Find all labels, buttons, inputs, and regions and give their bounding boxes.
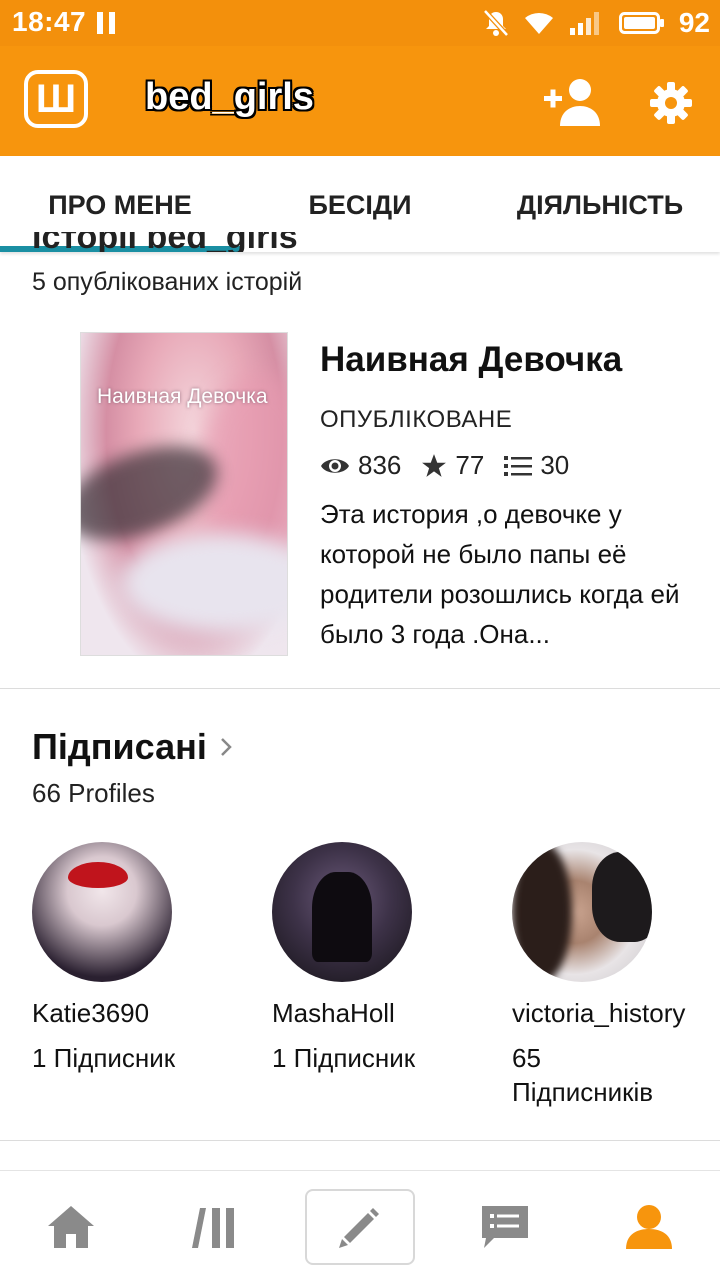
views-count: 836	[358, 450, 402, 480]
chevron-right-icon	[220, 738, 232, 756]
following-header[interactable]: Підписані	[32, 726, 233, 768]
avatar[interactable]	[272, 842, 412, 982]
following-profile[interactable]: MashaHoll 1 Підписник	[272, 842, 472, 1075]
status-time: 18:47	[12, 6, 87, 37]
eye-icon	[321, 458, 349, 473]
profile-name[interactable]: Katie3690	[32, 998, 232, 1029]
write-icon	[339, 1208, 379, 1248]
profile-name[interactable]: MashaHoll	[272, 998, 472, 1029]
section-divider	[0, 688, 720, 689]
profile-followers: 1 Підписник	[32, 1043, 176, 1073]
following-count: 66 Profiles	[32, 778, 155, 808]
home-icon	[48, 1206, 94, 1248]
stories-heading-text: Історії bed_girls	[32, 232, 298, 252]
star-icon	[422, 453, 447, 477]
story-stats: 836 77 30	[320, 450, 589, 481]
status-bar: 18:47 92	[0, 0, 720, 46]
list-icon	[504, 455, 533, 476]
nav-library[interactable]	[160, 1189, 270, 1265]
nav-profile[interactable]	[594, 1189, 704, 1265]
parts-count: 30	[540, 450, 570, 480]
avatar[interactable]	[32, 842, 172, 982]
battery-icon	[618, 12, 664, 34]
avatar[interactable]	[512, 842, 652, 982]
profile-followers: 1 Підписник	[272, 1043, 416, 1073]
stories-heading: Історії bed_girls	[32, 232, 332, 252]
notifications-off-icon	[483, 9, 509, 37]
wifi-icon	[524, 12, 553, 34]
following-title: Підписані	[32, 726, 207, 767]
battery-level: 92	[678, 7, 710, 38]
story-status: ОПУБЛІКОВАНЕ	[320, 406, 513, 433]
library-icon	[192, 1208, 234, 1248]
story-cover-title: Наивная Девочка	[97, 385, 268, 408]
story-votes: 77	[421, 450, 484, 481]
app-bar: Ш bed_girls	[0, 46, 720, 156]
add-follow-icon[interactable]	[542, 76, 602, 128]
status-icons: 92	[483, 6, 710, 40]
following-profile[interactable]: victoria_history 65 Підписників	[512, 842, 712, 1109]
story-description: Эта история ,о девочке у которой не было…	[320, 499, 680, 649]
story-views: 836	[320, 450, 401, 481]
media-pause-icon	[97, 12, 117, 34]
following-profile[interactable]: Katie3690 1 Підписник	[32, 842, 232, 1075]
profile-followers: 65 Підписників	[512, 1043, 654, 1107]
nav-messages[interactable]	[450, 1189, 560, 1265]
profile-username: bed_girls	[145, 76, 314, 118]
messages-icon	[482, 1206, 528, 1248]
stories-count: 5 опублікованих історій	[32, 268, 303, 296]
profile-icon	[626, 1205, 672, 1249]
bottom-nav	[0, 1170, 720, 1280]
profile-name[interactable]: victoria_history	[512, 998, 712, 1029]
nav-home[interactable]	[16, 1189, 126, 1265]
story-parts: 30	[504, 450, 569, 481]
settings-gear-icon[interactable]	[648, 80, 694, 126]
app-logo-icon[interactable]: Ш	[24, 70, 88, 128]
story-cover[interactable]: Наивная Девочка	[80, 332, 288, 656]
section-divider	[0, 1140, 720, 1141]
nav-write[interactable]	[305, 1189, 415, 1265]
story-title[interactable]: Наивная Девочка	[320, 340, 622, 380]
votes-count: 77	[455, 450, 485, 480]
tab-activity[interactable]: ДІЯЛЬНІСТЬ	[480, 156, 720, 252]
signal-icon	[569, 12, 599, 35]
